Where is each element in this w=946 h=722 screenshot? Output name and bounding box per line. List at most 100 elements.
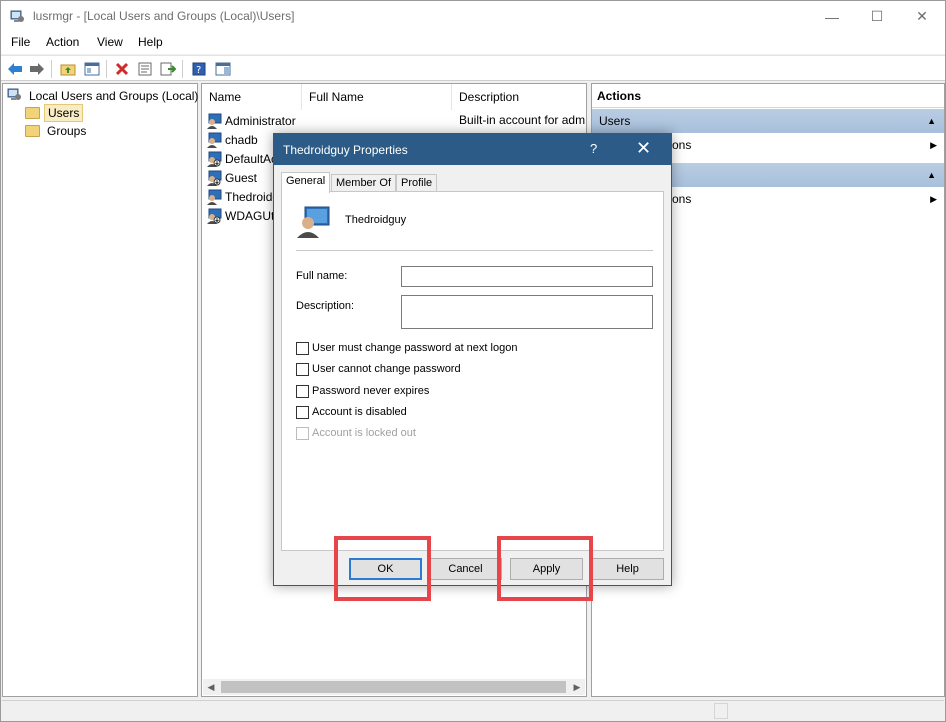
description-field[interactable] <box>401 295 653 329</box>
user-description: Built-in account for adm <box>459 113 586 127</box>
list-item[interactable]: WDAGUti <box>206 206 277 225</box>
checkbox-box[interactable] <box>296 384 309 398</box>
folder-icon <box>25 107 40 119</box>
action-section-label: Users <box>599 114 631 128</box>
scroll-left-icon[interactable]: ◀ <box>203 679 219 695</box>
tab-profile[interactable]: Profile <box>396 174 438 192</box>
checkbox-box[interactable] <box>296 341 309 355</box>
forward-icon[interactable] <box>27 59 47 79</box>
user-icon <box>206 189 222 205</box>
user-properties-dialog: Thedroidguy Properties ? ✕ General Membe… <box>273 133 672 586</box>
computer-management-icon <box>10 9 26 25</box>
status-divider <box>714 703 728 719</box>
column-header-full-name[interactable]: Full Name <box>302 84 452 110</box>
account-disabled-checkbox[interactable]: Account is disabled <box>296 404 407 420</box>
user-name: Administrator <box>225 113 296 128</box>
checkbox-label: Password never expires <box>312 385 430 397</box>
dialog-close-button[interactable]: ✕ <box>636 138 651 159</box>
toolbar: ? <box>1 55 945 81</box>
toolbar-separator <box>51 60 52 78</box>
disabled-user-icon <box>206 208 222 224</box>
checkbox-box[interactable] <box>296 362 309 376</box>
list-item[interactable]: DefaultAc <box>206 149 277 168</box>
disabled-user-icon <box>206 170 222 186</box>
list-item[interactable]: Thedroidg <box>206 187 279 206</box>
checkbox-box <box>296 426 309 440</box>
horizontal-scrollbar[interactable]: ◀ ▶ <box>203 679 585 695</box>
help-button[interactable]: Help <box>591 558 664 580</box>
back-icon[interactable] <box>5 59 25 79</box>
tab-general[interactable]: General <box>281 172 331 193</box>
delete-icon[interactable] <box>112 59 132 79</box>
full-name-field[interactable] <box>401 266 653 287</box>
minimize-button[interactable]: — <box>809 1 855 32</box>
tree-item-groups-label: Groups <box>47 124 87 138</box>
window-title: lusrmgr - [Local Users and Groups (Local… <box>33 9 295 23</box>
menu-help[interactable]: Help <box>138 35 163 49</box>
checkbox-box[interactable] <box>296 405 309 419</box>
menu-file[interactable]: File <box>11 35 30 49</box>
user-avatar-icon <box>296 206 330 238</box>
menu-action[interactable]: Action <box>46 35 79 49</box>
toolbar-separator <box>106 60 107 78</box>
svg-text:?: ? <box>196 65 201 76</box>
toolbar-separator <box>182 60 183 78</box>
menu-view[interactable]: View <box>97 35 123 49</box>
submenu-arrow-icon: ▶ <box>930 194 937 204</box>
user-icon <box>206 132 222 148</box>
close-button[interactable]: ✕ <box>899 1 945 32</box>
actions-title: Actions <box>592 84 944 108</box>
dialog-help-button[interactable]: ? <box>590 141 597 156</box>
cannot-change-password-checkbox[interactable]: User cannot change password <box>296 361 461 377</box>
list-item[interactable]: Guest <box>206 168 257 187</box>
ok-button-highlight <box>334 536 431 601</box>
action-section-users[interactable]: Users ▲ <box>592 109 944 133</box>
user-name: chadb <box>225 132 258 147</box>
user-name: WDAGUti <box>225 208 277 223</box>
column-header-description[interactable]: Description <box>452 84 586 110</box>
list-item[interactable]: chadb <box>206 130 258 149</box>
divider <box>296 250 653 251</box>
checkbox-label: Account is disabled <box>312 406 407 418</box>
tree-item-groups[interactable]: Groups <box>25 122 89 140</box>
tree-item-users[interactable]: Users <box>25 104 84 122</box>
properties-icon[interactable] <box>135 59 155 79</box>
tree-item-users-label: Users <box>44 104 84 122</box>
maximize-button[interactable]: ☐ <box>854 1 900 32</box>
full-name-label: Full name: <box>296 270 348 282</box>
action-item-label: ons <box>672 192 692 206</box>
console-tree: Local Users and Groups (Local) Users Gro… <box>2 83 198 697</box>
help-icon[interactable]: ? <box>189 59 209 79</box>
collapse-icon[interactable]: ▲ <box>927 163 936 187</box>
user-name: Thedroidg <box>225 189 280 204</box>
status-bar <box>2 700 944 721</box>
scroll-right-icon[interactable]: ▶ <box>569 679 585 695</box>
tree-root-label: Local Users and Groups (Local) <box>29 89 199 103</box>
action-item-label: ons <box>672 138 692 152</box>
column-header-name[interactable]: Name <box>202 84 302 110</box>
tree-root-local-users-and-groups[interactable]: Local Users and Groups (Local) <box>7 87 201 105</box>
show-hide-action-pane-icon[interactable] <box>213 59 233 79</box>
computer-users-icon <box>7 87 23 106</box>
general-tab-page: Thedroidguy Full name: Description: User… <box>281 191 664 551</box>
folder-icon <box>25 125 40 137</box>
scrollbar-thumb[interactable] <box>221 681 566 693</box>
up-folder-icon[interactable] <box>58 59 78 79</box>
submenu-arrow-icon: ▶ <box>930 140 937 150</box>
list-item[interactable]: Administrator <box>206 111 296 130</box>
collapse-icon[interactable]: ▲ <box>927 109 936 133</box>
account-locked-out-checkbox: Account is locked out <box>296 425 416 441</box>
user-name: DefaultAc <box>225 151 278 166</box>
cancel-button[interactable]: Cancel <box>429 558 502 580</box>
disabled-user-icon <box>206 151 222 167</box>
checkbox-label: User must change password at next logon <box>312 342 518 354</box>
show-hide-tree-icon[interactable] <box>82 59 102 79</box>
password-never-expires-checkbox[interactable]: Password never expires <box>296 383 429 399</box>
user-name: Guest <box>225 170 258 185</box>
must-change-password-checkbox[interactable]: User must change password at next logon <box>296 340 517 356</box>
export-list-icon[interactable] <box>158 59 178 79</box>
checkbox-label: User cannot change password <box>312 363 461 375</box>
dialog-title: Thedroidguy Properties <box>283 143 408 157</box>
tab-member-of[interactable]: Member Of <box>331 174 397 192</box>
user-icon <box>206 113 222 129</box>
